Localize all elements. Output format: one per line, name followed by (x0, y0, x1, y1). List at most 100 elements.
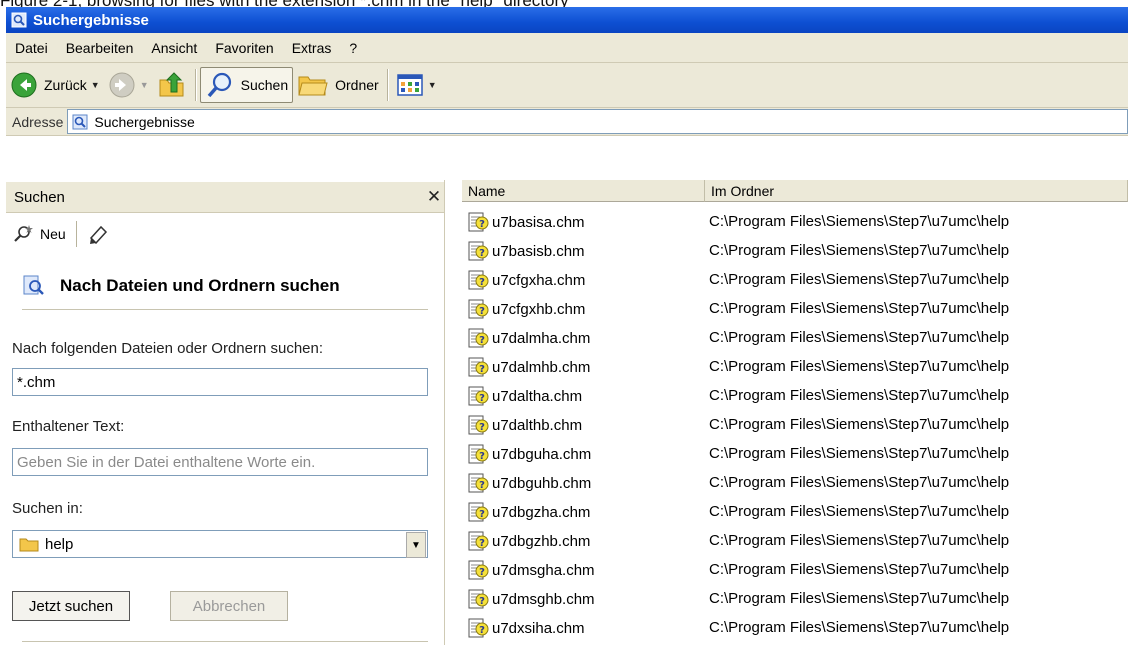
svg-text:?: ? (479, 596, 485, 607)
chm-help-file-icon: ? (468, 386, 489, 406)
chevron-down-icon[interactable]: ▼ (406, 532, 426, 558)
table-row[interactable]: ? u7dalmha.chm C:\Program Files\Siemens\St… (462, 323, 1128, 352)
column-header-name[interactable]: Name (462, 180, 705, 202)
toolbar: Zurück ▼ ▼ Suchen Ordner ▼ (6, 63, 1128, 108)
folder-path: C:\Program Files\Siemens\Step7\u7umc\hel… (709, 387, 1010, 404)
toolbar-separator (75, 221, 77, 247)
column-header-folder[interactable]: Im Ordner (705, 180, 1128, 202)
forward-button[interactable]: ▼ (104, 67, 153, 103)
folder-path: C:\Program Files\Siemens\Step7\u7umc\hel… (709, 590, 1010, 607)
menu-ansicht[interactable]: Ansicht (142, 40, 206, 56)
file-name-cell[interactable]: ? u7dmsghb.chm (466, 588, 595, 610)
chm-help-file-icon: ? (468, 299, 489, 319)
forward-dropdown-icon[interactable]: ▼ (140, 80, 149, 90)
svg-text:?: ? (479, 451, 485, 462)
svg-text:?: ? (479, 625, 485, 636)
svg-text:?: ? (479, 393, 485, 404)
file-name-cell[interactable]: ? u7dalmha.chm (466, 327, 590, 349)
back-button[interactable]: Zurück ▼ (6, 67, 104, 103)
search-button[interactable]: Suchen (199, 67, 294, 103)
search-results-icon (11, 12, 27, 28)
file-name-cell[interactable]: ? u7dbgzhb.chm (466, 530, 590, 552)
table-row[interactable]: ? u7cfgxha.chm C:\Program Files\Siemens\St… (462, 265, 1128, 294)
search-results-icon (72, 114, 88, 129)
file-name: u7dalmha.chm (492, 329, 591, 347)
menu-datei[interactable]: Datei (6, 40, 57, 56)
chm-help-file-icon: ? (468, 618, 489, 638)
chm-help-file-icon: ? (468, 589, 489, 609)
table-row[interactable]: ? u7daltha.chm C:\Program Files\Siemens\St… (462, 381, 1128, 410)
up-button[interactable] (153, 67, 191, 103)
file-name-cell[interactable]: ? u7dbguhb.chm (466, 472, 591, 494)
lookin-label: Suchen in: (12, 500, 83, 517)
table-row[interactable]: ? u7dalthb.chm C:\Program Files\Siemens\St… (462, 410, 1128, 439)
chm-help-file-icon: ? (468, 241, 489, 261)
file-name-cell[interactable]: ? u7dalmhb.chm (466, 356, 590, 378)
title-bar: Suchergebnisse (6, 7, 1128, 33)
menu-bar: Datei Bearbeiten Ansicht Favoriten Extra… (6, 33, 1128, 63)
table-row[interactable]: ? u7dbgzha.chm C:\Program Files\Siemens\St… (462, 497, 1128, 526)
svg-text:?: ? (479, 306, 485, 317)
folder-path: C:\Program Files\Siemens\Step7\u7umc\hel… (709, 561, 1010, 578)
new-search-button[interactable]: Neu (6, 224, 66, 244)
file-name: u7dbguha.chm (492, 445, 592, 463)
table-row[interactable]: ? u7dmsgha.chm C:\Program Files\Siemens\St… (462, 555, 1128, 584)
search-pane-toolbar: Neu (6, 213, 444, 255)
views-dropdown-icon[interactable]: ▼ (428, 80, 437, 90)
table-row[interactable]: ? u7dxsiha.chm C:\Program Files\Siemens\St… (462, 613, 1128, 642)
text-label: Enthaltener Text: (12, 418, 125, 435)
lookin-select[interactable]: help ▼ (12, 530, 428, 558)
address-field[interactable]: Suchergebnisse (67, 109, 1128, 134)
folder-path: C:\Program Files\Siemens\Step7\u7umc\hel… (709, 271, 1010, 288)
search-now-button[interactable]: Jetzt suchen (12, 591, 130, 621)
results-list: Name Im Ordner ? u7basisa.chm C:\Program F… (462, 180, 1128, 645)
filename-input[interactable]: *.chm (12, 368, 428, 396)
svg-text:?: ? (479, 422, 485, 433)
back-dropdown-icon[interactable]: ▼ (91, 80, 100, 90)
folder-path: C:\Program Files\Siemens\Step7\u7umc\hel… (709, 213, 1010, 230)
views-button[interactable]: ▼ (392, 67, 441, 103)
file-name-cell[interactable]: ? u7basisb.chm (466, 240, 585, 262)
svg-text:?: ? (479, 219, 485, 230)
file-name-cell[interactable]: ? u7daltha.chm (466, 385, 582, 407)
address-label: Adresse (12, 113, 64, 130)
svg-text:?: ? (479, 567, 485, 578)
close-icon[interactable]: ✕ (424, 187, 444, 207)
file-name: u7basisa.chm (492, 213, 585, 231)
folder-path: C:\Program Files\Siemens\Step7\u7umc\hel… (709, 619, 1010, 636)
svg-text:?: ? (479, 277, 485, 288)
file-name-cell[interactable]: ? u7dmsgha.chm (466, 559, 595, 581)
svg-text:?: ? (479, 248, 485, 259)
menu-favoriten[interactable]: Favoriten (206, 40, 282, 56)
file-name-cell[interactable]: ? u7dbgzha.chm (466, 501, 590, 523)
views-icon (396, 74, 423, 96)
svg-text:?: ? (479, 509, 485, 520)
file-name-cell[interactable]: ? u7dbguha.chm (466, 443, 591, 465)
file-name-cell[interactable]: ? u7dxsiha.chm (466, 617, 585, 639)
table-row[interactable]: ? u7dmsghb.chm C:\Program Files\Siemens\St… (462, 584, 1128, 613)
chm-help-file-icon: ? (468, 560, 489, 580)
menu-help[interactable]: ? (340, 40, 366, 56)
table-row[interactable]: ? u7dbgzhb.chm C:\Program Files\Siemens\St… (462, 526, 1128, 555)
menu-bearbeiten[interactable]: Bearbeiten (57, 40, 143, 56)
search-pane-header: Suchen ✕ (6, 182, 444, 213)
table-row[interactable]: ? u7dbguha.chm C:\Program Files\Siemens\St… (462, 439, 1128, 468)
table-row[interactable]: ? u7dalmhb.chm C:\Program Files\Siemens\St… (462, 352, 1128, 381)
table-row[interactable]: ? u7cfgxhb.chm C:\Program Files\Siemens\St… (462, 294, 1128, 323)
file-name-cell[interactable]: ? u7dalthb.chm (466, 414, 582, 436)
file-name-cell[interactable]: ? u7cfgxha.chm (466, 269, 585, 291)
forward-arrow-icon (109, 72, 135, 98)
content-text-input[interactable]: Geben Sie in der Datei enthaltene Worte … (12, 448, 428, 476)
table-row[interactable]: ? u7dbguhb.chm C:\Program Files\Siemens\St… (462, 468, 1128, 497)
cancel-button[interactable]: Abbrechen (170, 591, 288, 621)
file-name-cell[interactable]: ? u7cfgxhb.chm (466, 298, 585, 320)
toolbar-separator (194, 69, 196, 101)
table-row[interactable]: ? u7basisa.chm C:\Program Files\Siemens\St… (462, 207, 1128, 236)
svg-text:?: ? (479, 364, 485, 375)
file-name-cell[interactable]: ? u7basisa.chm (466, 211, 585, 233)
table-row[interactable]: ? u7basisb.chm C:\Program Files\Siemens\St… (462, 236, 1128, 265)
chm-help-file-icon: ? (468, 502, 489, 522)
folders-button[interactable]: Ordner (293, 67, 383, 103)
menu-extras[interactable]: Extras (283, 40, 341, 56)
edit-icon[interactable] (87, 224, 109, 244)
